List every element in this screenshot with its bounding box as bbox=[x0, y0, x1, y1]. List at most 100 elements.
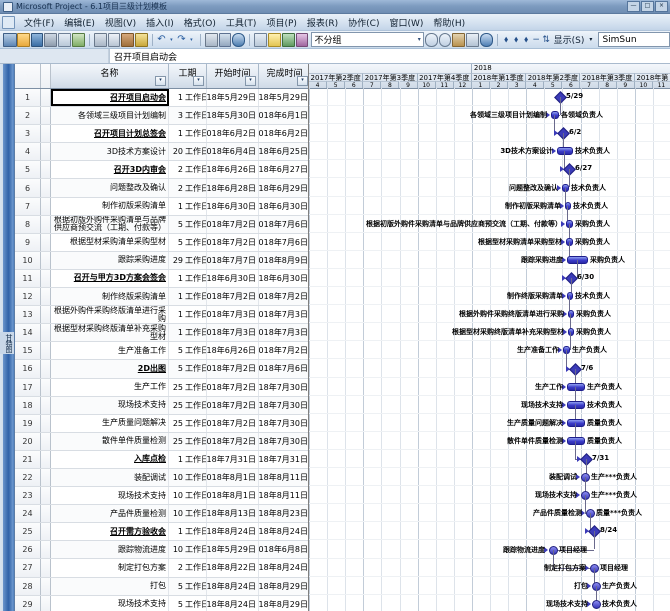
cell-task-name[interactable]: 生产准备工作 bbox=[51, 342, 169, 360]
table-row[interactable]: 2 各领域三级项目计划编制3工作日2018年5月30日2018年6月1日 bbox=[15, 107, 308, 126]
cell-finish-date[interactable]: 2018年8月9日 bbox=[259, 252, 308, 269]
gantt-task-bar[interactable] bbox=[566, 237, 573, 246]
cell-start-date[interactable]: 2018年8月24日 bbox=[207, 523, 259, 541]
cell-duration[interactable]: 1 工作日 bbox=[169, 125, 207, 143]
gantt-task-bar[interactable] bbox=[567, 382, 585, 391]
cell-duration[interactable]: 5 工作日 bbox=[169, 215, 207, 233]
cell-duration[interactable]: 5 工作日 bbox=[169, 342, 207, 360]
cell-task-name[interactable]: 现场技术支持 bbox=[51, 396, 169, 414]
cell-task-name[interactable]: 召开项目启动会 bbox=[51, 89, 169, 107]
cell-start-date[interactable]: 2018年6月28日 bbox=[207, 179, 259, 197]
cell-finish-date[interactable]: 2018年8月24日 bbox=[259, 523, 308, 540]
cell-duration[interactable]: 5 工作日 bbox=[169, 360, 207, 378]
table-row[interactable]: 24 产品件质量检测10工作日2018年8月13日2018年8月23日 bbox=[15, 505, 308, 524]
menu-view[interactable]: 视图(V) bbox=[100, 15, 141, 30]
view-bar[interactable]: 甘特图 bbox=[0, 64, 15, 611]
gantt-task-bar[interactable] bbox=[567, 436, 585, 445]
cell-task-name[interactable]: 现场技术支持 bbox=[51, 487, 169, 505]
cell-duration[interactable]: 10 工作日 bbox=[169, 505, 207, 523]
table-row[interactable]: 22 装配调试10工作日2018年8月1日2018年8月11日 bbox=[15, 468, 308, 488]
gantt-task-bar[interactable] bbox=[566, 219, 573, 228]
cell-task-name[interactable]: 跟踪采购进度 bbox=[51, 251, 169, 269]
cell-duration[interactable]: 1 工作日 bbox=[169, 523, 207, 541]
menu-report[interactable]: 报表(R) bbox=[302, 15, 343, 30]
zoom-out-icon[interactable] bbox=[438, 32, 452, 47]
cell-start-date[interactable]: 2018年8月24日 bbox=[207, 595, 259, 611]
group-by-dropdown[interactable]: 不分组 ▾ bbox=[311, 32, 424, 47]
filter-dropdown-name-icon[interactable]: ▾ bbox=[155, 76, 166, 86]
cell-start-date[interactable]: 2018年6月26日 bbox=[207, 161, 259, 179]
table-row[interactable]: 20散件单件质量检测25工作日2018年7月2日2018年7月30日17 bbox=[15, 432, 308, 451]
cell-start-date[interactable]: 2018年8月13日 bbox=[207, 505, 259, 523]
gantt-task-bar[interactable] bbox=[563, 346, 570, 355]
cell-task-name[interactable]: 根据型材采购终版清单补充采购型材 bbox=[51, 324, 169, 342]
cell-finish-date[interactable]: 2018年7月6日 bbox=[259, 216, 308, 233]
cell-duration[interactable]: 3 工作日 bbox=[169, 107, 207, 125]
table-row[interactable]: 5 召开3D内审会2工作日2018年6月26日2018年6月27日 bbox=[15, 161, 308, 180]
cell-finish-date[interactable]: 2018年6月8日 bbox=[259, 541, 308, 558]
cell-duration[interactable]: 1 工作日 bbox=[169, 450, 207, 468]
redo-dropdown-icon[interactable]: ▾ bbox=[187, 34, 196, 46]
cell-finish-date[interactable]: 2018年7月2日 bbox=[259, 342, 308, 359]
cell-finish-date[interactable]: 2018年8月24日 bbox=[259, 559, 308, 576]
gantt-task-bar[interactable] bbox=[592, 599, 601, 609]
cell-start-date[interactable]: 2018年8月24日 bbox=[207, 577, 259, 595]
cell-task-name[interactable]: 各领域三级项目计划编制 bbox=[51, 107, 169, 125]
table-row[interactable]: 18现场技术支持25工作日2018年7月2日2018年7月30日17 bbox=[15, 396, 308, 415]
print-icon[interactable] bbox=[44, 32, 58, 47]
cell-finish-date[interactable]: 2018年7月30日 bbox=[259, 415, 308, 432]
cell-start-date[interactable]: 2018年8月1日 bbox=[207, 468, 259, 487]
close-button[interactable]: × bbox=[655, 1, 668, 12]
cell-task-name[interactable]: 召开需方验收会 bbox=[51, 523, 169, 541]
table-row[interactable]: 9 根据型材采购清单采购型材5工作日2018年7月2日2018年7月6日 bbox=[15, 233, 308, 252]
table-row[interactable]: 28 打包5工作日2018年8月24日2018年8月29日 bbox=[15, 577, 308, 596]
view-bar-label-gantt[interactable]: 甘特图 bbox=[0, 332, 14, 354]
cell-start-date[interactable]: 2018年7月2日 bbox=[207, 288, 259, 306]
menu-collaborate[interactable]: 协作(C) bbox=[343, 15, 384, 30]
table-row[interactable]: 27制定打包方案2工作日2018年8月22日2018年8月24日25 bbox=[15, 559, 308, 578]
table-row[interactable]: 25召开需方验收会1工作日2018年8月24日2018年8月24日 bbox=[15, 523, 308, 542]
cell-task-name[interactable]: 召开3D内审会 bbox=[51, 161, 169, 179]
cell-task-name[interactable]: 根据型材采购清单采购型材 bbox=[51, 233, 169, 251]
cell-duration[interactable]: 1 工作日 bbox=[169, 269, 207, 288]
table-row[interactable]: 7制作初版采购清单1工作日2018年6月30日2018年6月30日 bbox=[15, 197, 308, 216]
table-row[interactable]: 15生产准备工作5工作日2018年6月26日2018年7月2日16 bbox=[15, 342, 308, 361]
cell-task-name[interactable]: 召开与甲方3D方案会签会 bbox=[51, 269, 169, 288]
cell-start-date[interactable]: 2018年8月22日 bbox=[207, 559, 259, 577]
table-row[interactable]: 19生产质量问题解决25工作日2018年7月2日2018年7月30日17 bbox=[15, 414, 308, 433]
cell-duration[interactable]: 5 工作日 bbox=[169, 577, 207, 595]
menu-tools[interactable]: 工具(T) bbox=[221, 15, 262, 30]
gantt-task-bar[interactable] bbox=[567, 292, 573, 301]
table-row[interactable]: 3召开项目计划总签会1工作日2018年6月2日2018年6月2日 bbox=[15, 125, 308, 144]
table-row[interactable]: 6 问题整改及确认2工作日2018年6月28日2018年6月29日 bbox=[15, 179, 308, 198]
cell-finish-date[interactable]: 2018年8月29日 bbox=[259, 578, 308, 595]
cell-duration[interactable]: 29 工作日 bbox=[169, 251, 207, 269]
cell-duration[interactable]: 5 工作日 bbox=[169, 595, 207, 611]
cell-start-date[interactable]: 2018年6月4日 bbox=[207, 143, 259, 161]
spellcheck-icon[interactable] bbox=[72, 32, 85, 47]
outline-level-icon[interactable]: ⇅ bbox=[542, 34, 551, 46]
cell-start-date[interactable]: 2018年7月2日 bbox=[207, 360, 259, 378]
cell-duration[interactable]: 1 工作日 bbox=[169, 89, 207, 107]
table-row[interactable]: 26 跟踪物流进度10工作日2018年5月29日2018年6月8日 bbox=[15, 541, 308, 560]
cell-finish-date[interactable]: 2018年7月30日 bbox=[259, 433, 308, 450]
cell-start-date[interactable]: 2018年7月7日 bbox=[207, 251, 259, 269]
menu-project[interactable]: 项目(P) bbox=[261, 15, 301, 30]
cell-finish-date[interactable]: 2018年7月6日 bbox=[259, 234, 308, 251]
cell-start-date[interactable]: 2018年7月31日 bbox=[207, 450, 259, 468]
hide-subtasks-icon[interactable]: − bbox=[532, 34, 541, 46]
cell-task-name[interactable]: 制作终版采购清单 bbox=[51, 288, 169, 306]
window-split-icon[interactable] bbox=[466, 32, 479, 47]
cell-task-name[interactable]: 装配调试 bbox=[51, 468, 169, 487]
gantt-task-bar[interactable] bbox=[551, 111, 559, 120]
format-painter-icon[interactable] bbox=[135, 32, 149, 47]
zoom-in-icon[interactable] bbox=[424, 32, 438, 47]
entry-field[interactable]: 召开项目启动会 bbox=[109, 49, 670, 63]
cell-start-date[interactable]: 2018年7月2日 bbox=[207, 215, 259, 233]
cell-duration[interactable]: 1 工作日 bbox=[169, 197, 207, 215]
cell-start-date[interactable]: 2018年7月2日 bbox=[207, 378, 259, 396]
maximize-button[interactable]: □ bbox=[641, 1, 654, 12]
filter-dropdown-duration-icon[interactable]: ▾ bbox=[193, 76, 204, 86]
table-row[interactable]: 23 现场技术支持10工作日2018年8月1日2018年8月11日 bbox=[15, 487, 308, 506]
link-tasks-icon[interactable] bbox=[3, 32, 17, 47]
